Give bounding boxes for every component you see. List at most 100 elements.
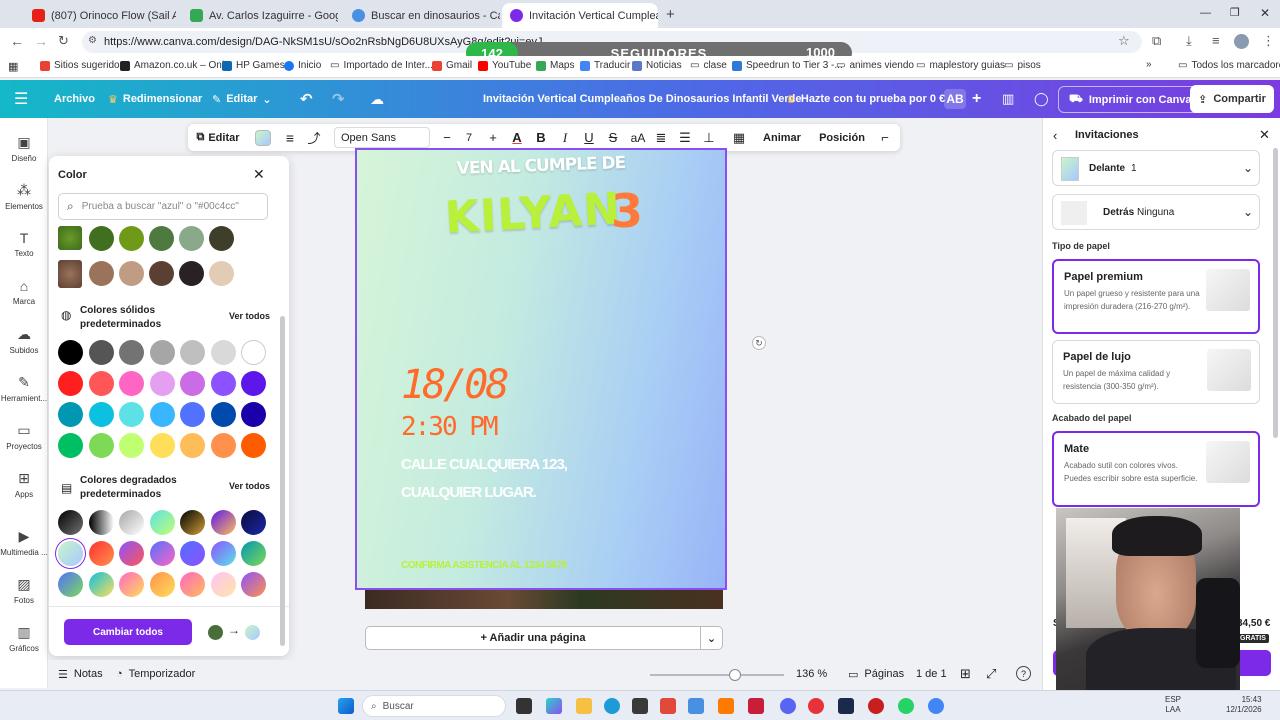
- document-color-swatch[interactable]: [89, 226, 114, 251]
- solid-color-swatch[interactable]: [149, 433, 175, 458]
- decrease-size-button[interactable]: −: [438, 124, 456, 151]
- app-icon[interactable]: [660, 698, 676, 714]
- solid-color-swatch[interactable]: [241, 402, 266, 427]
- solid-color-swatch[interactable]: [119, 402, 144, 427]
- tab-youtube[interactable]: (807) Orinoco Flow (Sail Aw...: [24, 3, 176, 28]
- reading-list-icon[interactable]: ≡: [1212, 33, 1220, 48]
- party-time[interactable]: 2:30 PM: [401, 412, 499, 442]
- paginas-button[interactable]: ▭ Páginas: [848, 668, 904, 681]
- zoom-level[interactable]: 136 %: [796, 668, 827, 680]
- tab-google-maps[interactable]: Av. Carlos Izaguirre - Google M... ✕: [182, 3, 338, 28]
- app-icon[interactable]: [718, 698, 734, 714]
- spacing-icon[interactable]: ⊥: [700, 124, 718, 151]
- chevron-down-icon[interactable]: ⌄: [700, 627, 722, 649]
- solid-see-all-link[interactable]: Ver todos: [229, 311, 270, 321]
- gradient-color-swatch[interactable]: [210, 510, 236, 535]
- bookmark[interactable]: Speedrun to Tier 3 -...: [732, 60, 843, 71]
- curve-icon[interactable]: ⤴: [304, 124, 324, 151]
- finish-mate-option[interactable]: Mate Acabado sutil con colores vivos. Pu…: [1052, 431, 1260, 507]
- redimensionar-button[interactable]: ♛ Redimensionar: [108, 80, 202, 118]
- solid-color-swatch[interactable]: [119, 340, 144, 365]
- solid-color-swatch[interactable]: [180, 433, 205, 458]
- gradient-color-swatch[interactable]: [88, 510, 114, 535]
- scrollbar[interactable]: [280, 316, 285, 646]
- solid-color-swatch[interactable]: [58, 371, 83, 396]
- gradient-color-swatch[interactable]: [241, 510, 266, 535]
- new-tab-button[interactable]: +: [666, 6, 675, 23]
- gradient-color-swatch[interactable]: [88, 541, 114, 566]
- taskbar-search[interactable]: ⌕ Buscar: [362, 695, 506, 717]
- align-center-icon[interactable]: ≣: [652, 124, 670, 151]
- rail-fotos[interactable]: ▨ Fotos: [0, 576, 48, 605]
- document-color-swatch[interactable]: [179, 261, 204, 286]
- app-icon[interactable]: [868, 698, 884, 714]
- gradient-color-swatch[interactable]: [149, 572, 175, 597]
- task-view-icon[interactable]: [516, 698, 532, 714]
- solid-color-swatch[interactable]: [88, 371, 114, 396]
- windows-start-icon[interactable]: [338, 698, 354, 714]
- bookmark[interactable]: YouTube: [478, 60, 531, 71]
- font-size-input[interactable]: 7: [458, 124, 480, 151]
- tab-invitation[interactable]: Invitación Vertical Cumpleaños... ✕: [502, 3, 658, 28]
- solid-color-swatch[interactable]: [180, 402, 205, 427]
- scrollbar[interactable]: [1273, 148, 1278, 438]
- copilot-icon[interactable]: [546, 698, 562, 714]
- bookmark-folder[interactable]: ▭ maplestory guias: [916, 60, 1005, 71]
- maximize-icon[interactable]: ❐: [1230, 6, 1240, 19]
- steam-icon[interactable]: [838, 698, 854, 714]
- apps-grid-icon[interactable]: ▦: [8, 60, 18, 73]
- store-icon[interactable]: [632, 698, 648, 714]
- gradient-color-swatch[interactable]: [88, 572, 114, 597]
- solid-color-swatch[interactable]: [180, 371, 205, 396]
- bookmark-folder[interactable]: ▭ clase: [690, 60, 727, 71]
- gradient-color-swatch[interactable]: [241, 541, 266, 566]
- bookmark[interactable]: Amazon.co.uk – Onl...: [120, 60, 232, 71]
- child-age[interactable]: 3: [611, 184, 643, 238]
- hamburger-menu-icon[interactable]: ☰: [14, 80, 28, 118]
- child-name[interactable]: KILYAN: [444, 183, 623, 243]
- bookmark[interactable]: Noticias: [632, 60, 682, 71]
- star-icon[interactable]: ☆: [1118, 33, 1130, 49]
- document-color-swatch[interactable]: [149, 261, 174, 286]
- extensions-icon[interactable]: ⧉: [1152, 33, 1161, 49]
- solid-color-swatch[interactable]: [119, 433, 144, 458]
- solid-color-swatch[interactable]: [119, 371, 144, 396]
- rail-marca[interactable]: ⌂ Marca: [0, 278, 48, 306]
- close-icon[interactable]: ✕: [253, 166, 265, 183]
- solid-color-swatch[interactable]: [88, 402, 114, 427]
- document-color-swatch[interactable]: [149, 226, 174, 251]
- analytics-icon[interactable]: ▥: [1002, 80, 1014, 118]
- back-icon[interactable]: ←: [10, 33, 24, 49]
- gradient-see-all-link[interactable]: Ver todos: [229, 481, 270, 491]
- solid-color-swatch[interactable]: [241, 371, 266, 396]
- solid-color-swatch[interactable]: [180, 340, 205, 365]
- paint-format-icon[interactable]: ⌐: [876, 124, 894, 151]
- font-selector[interactable]: Open Sans: [334, 127, 430, 148]
- grid-view-icon[interactable]: ⊞: [960, 666, 971, 682]
- bookmark[interactable]: Inicio: [284, 60, 321, 71]
- chrome-icon[interactable]: [928, 698, 944, 714]
- document-color-swatch[interactable]: [119, 226, 144, 251]
- paper-premium-option[interactable]: Papel premium Un papel grueso y resisten…: [1052, 259, 1260, 334]
- document-color-swatch[interactable]: [119, 261, 144, 286]
- bookmark-folder[interactable]: ▭ pisos: [1004, 60, 1041, 71]
- bookmark[interactable]: Traducir: [580, 60, 630, 71]
- archivo-menu[interactable]: Archivo: [54, 80, 95, 118]
- transparency-icon[interactable]: ▦: [730, 124, 748, 151]
- all-bookmarks[interactable]: ▭ Todos los marcadores: [1178, 60, 1280, 71]
- rail-subidos[interactable]: ☁ Subidos: [0, 326, 48, 355]
- editar-mode-button[interactable]: ✎ Editar ⌄: [212, 80, 272, 118]
- edge-icon[interactable]: [604, 698, 620, 714]
- tab-canva-search[interactable]: Buscar en dinosaurios - Canva ✕: [344, 3, 500, 28]
- language-indicator[interactable]: ESP LAA: [1165, 695, 1181, 715]
- compartir-button[interactable]: ⇪ Compartir: [1190, 85, 1274, 113]
- imprimir-button[interactable]: ⛟ Imprimir con Canva: [1058, 86, 1203, 113]
- underline-button[interactable]: U: [580, 124, 598, 151]
- gradient-color-swatch[interactable]: [58, 510, 83, 535]
- document-color-swatch[interactable]: [89, 261, 114, 286]
- strikethrough-button[interactable]: S: [604, 124, 622, 151]
- increase-size-button[interactable]: +: [484, 124, 502, 151]
- solid-color-swatch[interactable]: [210, 371, 236, 396]
- app-icon[interactable]: [748, 698, 764, 714]
- close-icon[interactable]: ✕: [1259, 127, 1270, 143]
